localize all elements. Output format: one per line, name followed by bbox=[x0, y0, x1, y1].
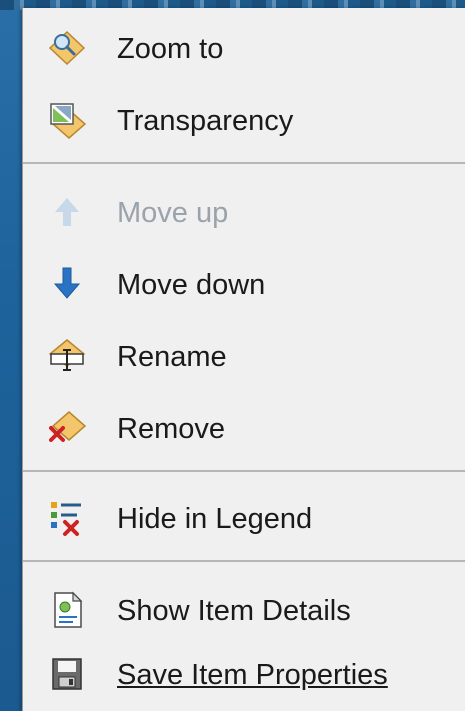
menu-separator bbox=[23, 470, 465, 472]
menu-item-save-item-properties[interactable]: Save Item Properties bbox=[23, 642, 465, 706]
hide-legend-icon bbox=[47, 498, 87, 538]
menu-separator bbox=[23, 560, 465, 562]
menu-item-move-up[interactable]: Move up bbox=[23, 180, 465, 244]
menu-item-label: Remove bbox=[117, 413, 225, 445]
arrow-up-icon bbox=[47, 192, 87, 232]
menu-item-zoom-to[interactable]: Zoom to bbox=[23, 16, 465, 80]
menu-item-move-down[interactable]: Move down bbox=[23, 252, 465, 316]
menu-item-remove[interactable]: Remove bbox=[23, 396, 465, 460]
zoom-to-icon bbox=[47, 28, 87, 68]
menu-item-label: Move down bbox=[117, 269, 266, 301]
save-icon bbox=[47, 654, 87, 694]
menu-item-label: Save Item Properties bbox=[117, 659, 388, 691]
menu-item-transparency[interactable]: Transparency bbox=[23, 88, 465, 152]
menu-item-label: Zoom to bbox=[117, 33, 224, 65]
menu-item-rename[interactable]: Rename bbox=[23, 324, 465, 388]
menu-item-label: Rename bbox=[117, 341, 227, 373]
menu-item-hide-in-legend[interactable]: Hide in Legend bbox=[23, 486, 465, 550]
arrow-down-icon bbox=[47, 264, 87, 304]
context-menu: Zoom to Transparency Move up Move down R… bbox=[22, 8, 465, 711]
menu-item-label: Hide in Legend bbox=[117, 503, 313, 535]
remove-icon bbox=[47, 408, 87, 448]
menu-separator bbox=[23, 162, 465, 164]
menu-item-label: Move up bbox=[117, 197, 229, 229]
menu-item-label: Show Item Details bbox=[117, 595, 351, 627]
menu-item-show-item-details[interactable]: Show Item Details bbox=[23, 578, 465, 642]
details-icon bbox=[47, 590, 87, 630]
menu-item-label: Transparency bbox=[117, 105, 294, 137]
rename-icon bbox=[47, 336, 87, 376]
transparency-icon bbox=[47, 100, 87, 140]
